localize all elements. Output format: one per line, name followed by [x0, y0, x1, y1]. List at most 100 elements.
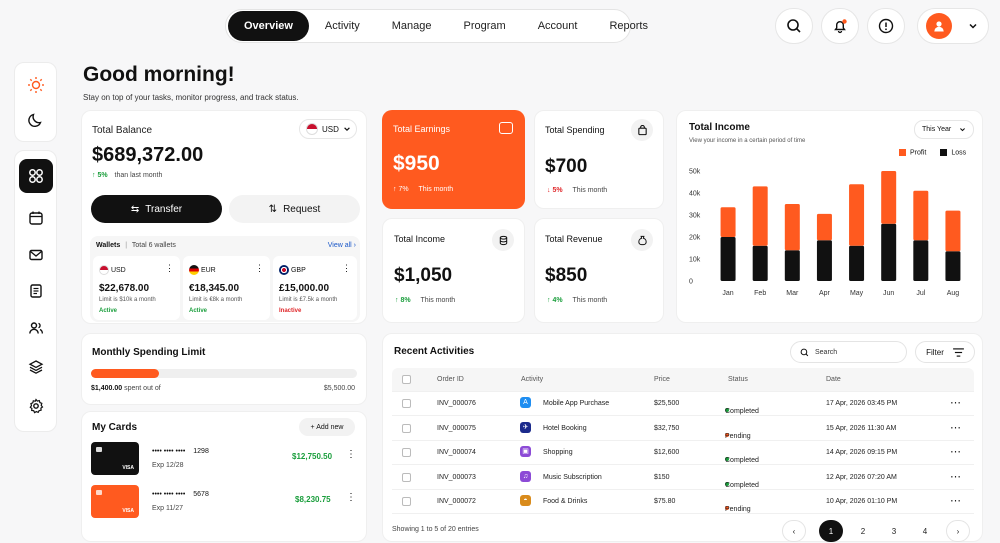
page-title: Good morning! [83, 63, 235, 86]
page-1-button[interactable]: 1 [819, 520, 843, 542]
more-horiz-icon[interactable]: ⋯ [950, 445, 961, 458]
coins-icon [492, 229, 514, 251]
activities-search-input[interactable]: Search [790, 341, 907, 363]
request-button[interactable]: ⇅ Request [229, 195, 360, 223]
page-2-button[interactable]: 2 [851, 520, 875, 542]
alerts-button[interactable] [867, 8, 905, 44]
spending-change-value: 5% [552, 187, 563, 194]
notifications-button[interactable] [821, 8, 859, 44]
card-thumbnail[interactable]: VISA [91, 442, 139, 475]
wallet-amount: £15,000.00 [279, 283, 330, 294]
card-number: •••• •••• •••• 1298 [152, 448, 209, 455]
card-thumbnail[interactable]: VISA [91, 485, 139, 518]
nav-reports[interactable]: Reports [593, 11, 664, 41]
filter-icon [952, 347, 964, 357]
limit-total: $5,500.00 [323, 385, 355, 392]
order-id: INV_000076 [437, 400, 476, 407]
bar-loss [849, 245, 865, 281]
more-vert-icon[interactable]: ⋮ [346, 449, 356, 460]
balance-card: Total Balance USD $689,372.00 ↑ 5% than … [81, 110, 367, 324]
prev-page-button[interactable]: ‹ [782, 520, 806, 542]
bar-loss [720, 237, 736, 281]
total-revenue-card[interactable]: Total Revenue $850 ↑ 4% This month [534, 218, 664, 323]
total-spending-card[interactable]: Total Spending $700 ↓ 5% This month [534, 110, 664, 209]
date: 17 Apr, 2026 03:45 PM [826, 400, 898, 407]
row-checkbox[interactable] [402, 497, 411, 506]
more-horiz-icon[interactable]: ⋯ [950, 494, 961, 507]
table-row[interactable]: INV_000075 ✈ Hotel Booking $32,750 Pending 15… [392, 417, 974, 441]
bar-loss [881, 223, 897, 281]
avatar [926, 13, 952, 39]
currency-select[interactable]: USD [299, 119, 357, 139]
total-earnings-card[interactable]: Total Earnings $950 ↑ 7% This month [382, 110, 525, 209]
card-balance: $12,750.50 [292, 452, 333, 461]
nav-program[interactable]: Program [448, 11, 522, 41]
table-row[interactable]: INV_000072 ◓ Food & Drinks $75.80 Pending 10 … [392, 490, 974, 514]
shopping-bag-icon: ▣ [520, 446, 531, 457]
more-vert-icon[interactable]: ⋮ [342, 263, 351, 274]
document-icon [30, 284, 42, 298]
add-card-button[interactable]: + Add new [299, 418, 355, 436]
search-button[interactable] [775, 8, 813, 44]
spending-limit-card: Monthly Spending Limit $1,400.00 spent o… [81, 333, 367, 405]
more-horiz-icon[interactable]: ⋯ [950, 470, 961, 483]
sidebar-item-mail[interactable] [19, 238, 53, 272]
more-vert-icon[interactable]: ⋮ [255, 263, 264, 274]
nav-overview[interactable]: Overview [228, 11, 309, 41]
transfer-button[interactable]: ⇆ Transfer [91, 195, 222, 223]
sidebar-item-dashboard[interactable] [19, 159, 53, 193]
table-row[interactable]: INV_000074 ▣ Shopping $12,600 Completed 14 Ap… [392, 441, 974, 465]
row-checkbox[interactable] [402, 399, 411, 408]
page-4-button[interactable]: 4 [913, 520, 937, 542]
visa-logo: VISA [122, 508, 134, 514]
wallet-card-eur[interactable]: EUR ⋮ €18,345.00 Limit is €8k a month Ac… [183, 256, 270, 320]
column-activity[interactable]: Activity [521, 376, 543, 383]
next-page-button[interactable]: › [946, 520, 970, 542]
up-arrow-icon: ↑ [547, 297, 551, 304]
wallet-card-gbp[interactable]: GBP ⋮ £15,000.00 Limit is £7.5k a month … [273, 256, 357, 320]
money-bag-icon [631, 229, 653, 251]
filter-button[interactable]: Filter [915, 341, 975, 363]
uk-flag-icon [279, 265, 289, 275]
us-flag-icon [306, 123, 318, 135]
down-arrow-icon: ↓ [547, 187, 551, 194]
card-last4: 5678 [193, 491, 209, 498]
more-horiz-icon[interactable]: ⋯ [950, 421, 961, 434]
nav-account[interactable]: Account [522, 11, 594, 41]
spending-limit-title: Monthly Spending Limit [92, 347, 206, 358]
row-checkbox[interactable] [402, 472, 411, 482]
chip-icon [96, 490, 102, 495]
column-price[interactable]: Price [654, 376, 670, 383]
column-order-id[interactable]: Order ID [437, 376, 464, 383]
view-all-link[interactable]: View all › [328, 242, 356, 249]
column-date[interactable]: Date [826, 376, 841, 383]
column-status[interactable]: Status [728, 376, 748, 383]
more-vert-icon[interactable]: ⋮ [165, 263, 174, 274]
sidebar-item-settings[interactable] [19, 389, 53, 423]
row-checkbox[interactable] [402, 423, 411, 433]
select-all-checkbox[interactable] [402, 375, 411, 384]
total-income-card[interactable]: Total Income $1,050 ↑ 8% This month [382, 218, 525, 323]
chevron-down-icon [344, 127, 350, 132]
page-3-button[interactable]: 3 [882, 520, 906, 542]
more-vert-icon[interactable]: ⋮ [346, 492, 356, 503]
nav-activity[interactable]: Activity [309, 11, 376, 41]
profile-menu[interactable] [917, 8, 989, 44]
date: 14 Apr, 2026 09:15 PM [826, 449, 898, 456]
nav-manage[interactable]: Manage [376, 11, 448, 41]
row-checkbox[interactable] [402, 448, 411, 457]
transfer-icon: ⇆ [130, 203, 140, 215]
light-mode-button[interactable] [19, 68, 53, 102]
y-tick-label: 50k [689, 169, 701, 176]
page-subtitle: Stay on top of your tasks, monitor progr… [83, 93, 299, 102]
sidebar-item-users[interactable] [19, 311, 53, 345]
table-row[interactable]: INV_000076 A Mobile App Purchase $25,500 Com… [392, 392, 974, 416]
settings-icon [29, 398, 44, 414]
sidebar-item-layers[interactable] [19, 350, 53, 384]
sidebar-item-documents[interactable] [19, 274, 53, 308]
dark-mode-button[interactable] [19, 103, 53, 137]
table-row[interactable]: INV_000073 ♫ Music Subscription $150 Complet… [392, 466, 974, 490]
sidebar-item-calendar[interactable] [19, 201, 53, 235]
more-horiz-icon[interactable]: ⋯ [950, 396, 961, 409]
wallet-card-usd[interactable]: USD ⋮ $22,678.00 Limit is $10k a month A… [93, 256, 180, 320]
